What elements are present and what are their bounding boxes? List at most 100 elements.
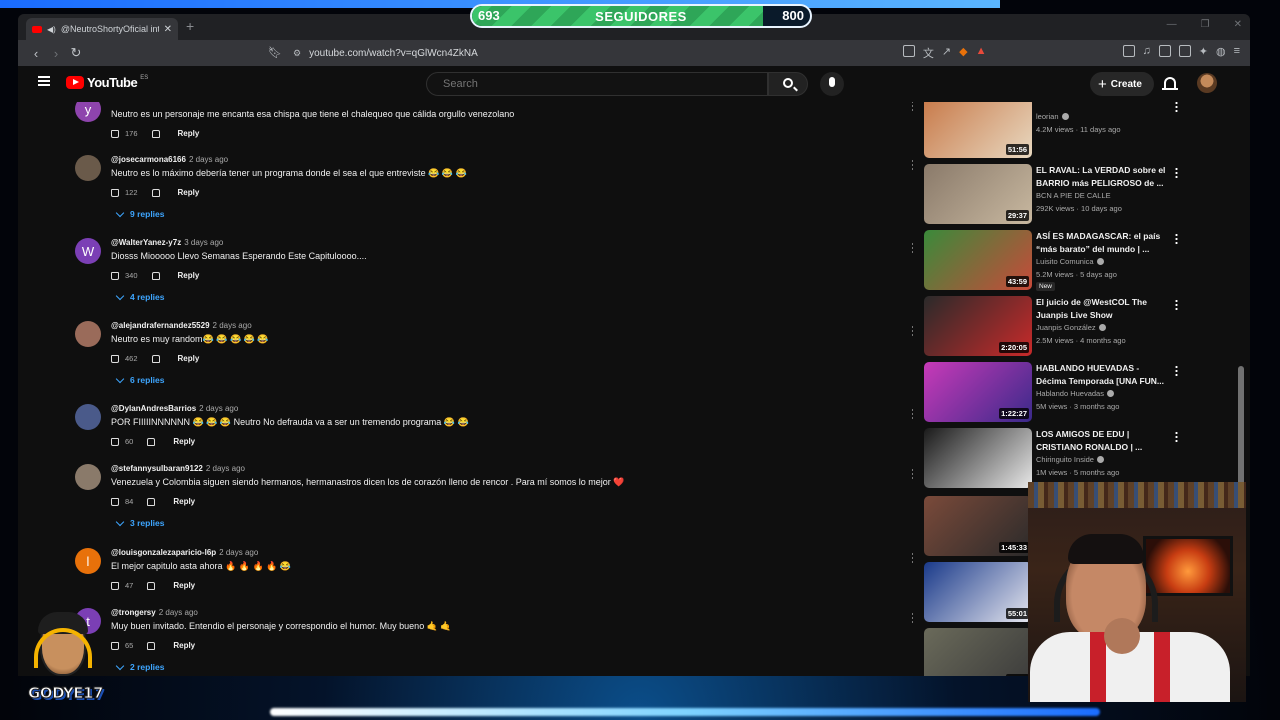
video-thumbnail[interactable]: 48:10 [924, 628, 1032, 676]
like-icon[interactable] [111, 437, 119, 446]
video-thumbnail[interactable]: 2:20:05 [924, 296, 1032, 356]
dislike-icon[interactable] [151, 129, 160, 138]
like-icon[interactable] [111, 497, 119, 506]
comment-avatar[interactable] [75, 155, 101, 181]
video-thumbnail[interactable]: 43:59 [924, 230, 1032, 290]
reply-button[interactable]: Reply [173, 581, 195, 590]
recommended-video[interactable]: 2:20:05 El juicio de @WestCOL The Juanpis… [924, 296, 1234, 356]
video-thumbnail[interactable]: 55:01 [924, 562, 1032, 622]
comment-more-icon[interactable] [912, 612, 913, 623]
video-thumbnail[interactable]: 51:56 [924, 102, 1032, 158]
new-tab-icon[interactable]: + [186, 18, 194, 34]
like-icon[interactable] [111, 641, 119, 650]
search-input[interactable] [427, 73, 767, 95]
comment-time[interactable]: 2 days ago [189, 155, 228, 164]
comment-time[interactable]: 2 days ago [213, 321, 252, 330]
comment-more-icon[interactable] [912, 242, 913, 253]
video-title[interactable]: EL RAVAL: La VERDAD sobre el BARRIO más … [1036, 164, 1168, 189]
comment-author[interactable]: @alejandrafernandez5529 [111, 321, 210, 330]
comment-more-icon[interactable] [912, 468, 913, 479]
close-window-icon[interactable]: ✕ [1234, 19, 1242, 30]
video-channel[interactable]: Juanpis González [1036, 323, 1106, 332]
youtube-logo[interactable]: YouTube ES [66, 75, 148, 90]
comment-more-icon[interactable] [912, 325, 913, 336]
video-thumbnail[interactable]: 1:22:27 [924, 362, 1032, 422]
dislike-icon[interactable] [151, 354, 160, 363]
comment-author[interactable]: @WalterYanez-y7z [111, 238, 181, 247]
wallet-icon[interactable] [1178, 45, 1191, 57]
like-icon[interactable] [111, 354, 119, 363]
comment-more-icon[interactable] [912, 102, 913, 111]
page-scrollbar[interactable] [1238, 366, 1244, 496]
vpn-icon[interactable]: ◍ [1216, 45, 1226, 61]
comment-avatar[interactable]: y [75, 102, 101, 122]
video-more-icon[interactable] [1175, 431, 1178, 442]
view-replies-button[interactable]: 2 replies [111, 661, 165, 672]
view-replies-button[interactable]: 9 replies [111, 208, 165, 219]
video-more-icon[interactable] [1175, 167, 1178, 178]
video-channel[interactable]: Luisito Comunica [1036, 257, 1104, 266]
create-button[interactable]: + Create [1090, 72, 1154, 96]
comment-time[interactable]: 2 days ago [159, 608, 198, 617]
account-avatar[interactable] [1197, 73, 1217, 93]
video-title[interactable]: LOS AMIGOS DE EDU | CRISTIANO RONALDO | … [1036, 428, 1168, 453]
forward-icon[interactable]: › [46, 46, 66, 61]
view-replies-button[interactable]: 6 replies [111, 374, 165, 385]
reply-button[interactable]: Reply [173, 641, 195, 650]
hamburger-menu-icon[interactable] [38, 76, 50, 86]
translate-icon[interactable]: 文 [923, 45, 934, 61]
sidebar-icon[interactable] [1158, 45, 1171, 57]
dislike-icon[interactable] [147, 437, 156, 446]
comment-avatar[interactable] [75, 464, 101, 490]
reply-button[interactable]: Reply [178, 129, 200, 138]
comment-more-icon[interactable] [912, 159, 913, 170]
url-box[interactable]: ⚙︎ youtube.com/watch?v=qGlWcn4ZkNA [273, 43, 1003, 63]
dislike-icon[interactable] [151, 271, 160, 280]
video-channel[interactable]: leorian [1036, 112, 1069, 121]
comment-author[interactable]: @trongersy [111, 608, 156, 617]
back-icon[interactable]: ‹ [26, 46, 46, 61]
close-tab-icon[interactable]: ✕ [164, 24, 172, 35]
extensions-icon[interactable]: ✦ [1199, 45, 1208, 61]
recommended-video[interactable]: 43:59 ASÍ ES MADAGASCAR: el país “más bar… [924, 230, 1234, 291]
reply-button[interactable]: Reply [178, 188, 200, 197]
view-replies-button[interactable]: 4 replies [111, 291, 165, 302]
rewards-icon[interactable]: ▲ [976, 45, 987, 61]
browser-menu-icon[interactable]: ≡ [1234, 45, 1240, 61]
brave-shield-icon[interactable]: ◆ [959, 45, 967, 61]
video-more-icon[interactable] [1175, 233, 1178, 244]
search-button[interactable] [768, 72, 808, 96]
video-title[interactable]: ASÍ ES MADAGASCAR: el país “más barato” … [1036, 230, 1168, 255]
recommended-video[interactable]: 29:37 EL RAVAL: La VERDAD sobre el BARRIO… [924, 164, 1234, 224]
url-text[interactable]: youtube.com/watch?v=qGlWcn4ZkNA [309, 48, 478, 59]
comment-more-icon[interactable] [912, 552, 913, 563]
video-channel[interactable]: Chiringuito Inside [1036, 455, 1104, 464]
site-info-icon[interactable]: ⚙︎ [293, 48, 301, 59]
cast-icon[interactable] [902, 45, 915, 57]
dislike-icon[interactable] [151, 188, 160, 197]
comment-author[interactable]: @stefannysulbaran9122 [111, 464, 203, 473]
video-more-icon[interactable] [1175, 299, 1178, 310]
reader-icon[interactable] [1122, 45, 1135, 57]
comment-author[interactable]: @louisgonzalezaparicio-l6p [111, 548, 216, 557]
video-more-icon[interactable] [1175, 365, 1178, 376]
recommended-video[interactable]: 1:22:27 HABLANDO HUEVADAS - Décima Tempor… [924, 362, 1234, 422]
voice-search-icon[interactable] [820, 72, 844, 96]
like-icon[interactable] [111, 129, 119, 138]
reload-icon[interactable]: ↻ [66, 45, 86, 61]
dislike-icon[interactable] [147, 641, 156, 650]
minimize-icon[interactable]: — [1167, 19, 1177, 30]
comment-time[interactable]: 2 days ago [199, 404, 238, 413]
reply-button[interactable]: Reply [173, 437, 195, 446]
comment-avatar[interactable]: l [75, 548, 101, 574]
reply-button[interactable]: Reply [178, 271, 200, 280]
comment-time[interactable]: 2 days ago [219, 548, 258, 557]
like-icon[interactable] [111, 188, 119, 197]
like-icon[interactable] [111, 581, 119, 590]
active-tab[interactable]: ◀) @NeutroShortyOficial intentó ✕ [26, 18, 178, 40]
comment-author[interactable]: @DylanAndresBarrios [111, 404, 196, 413]
recommended-video[interactable]: LOS AMIGOS DE EDU | CRISTIANO RONALDO | … [924, 428, 1234, 488]
dislike-icon[interactable] [147, 497, 156, 506]
comment-time[interactable]: 2 days ago [206, 464, 245, 473]
comment-time[interactable]: 3 days ago [184, 238, 223, 247]
